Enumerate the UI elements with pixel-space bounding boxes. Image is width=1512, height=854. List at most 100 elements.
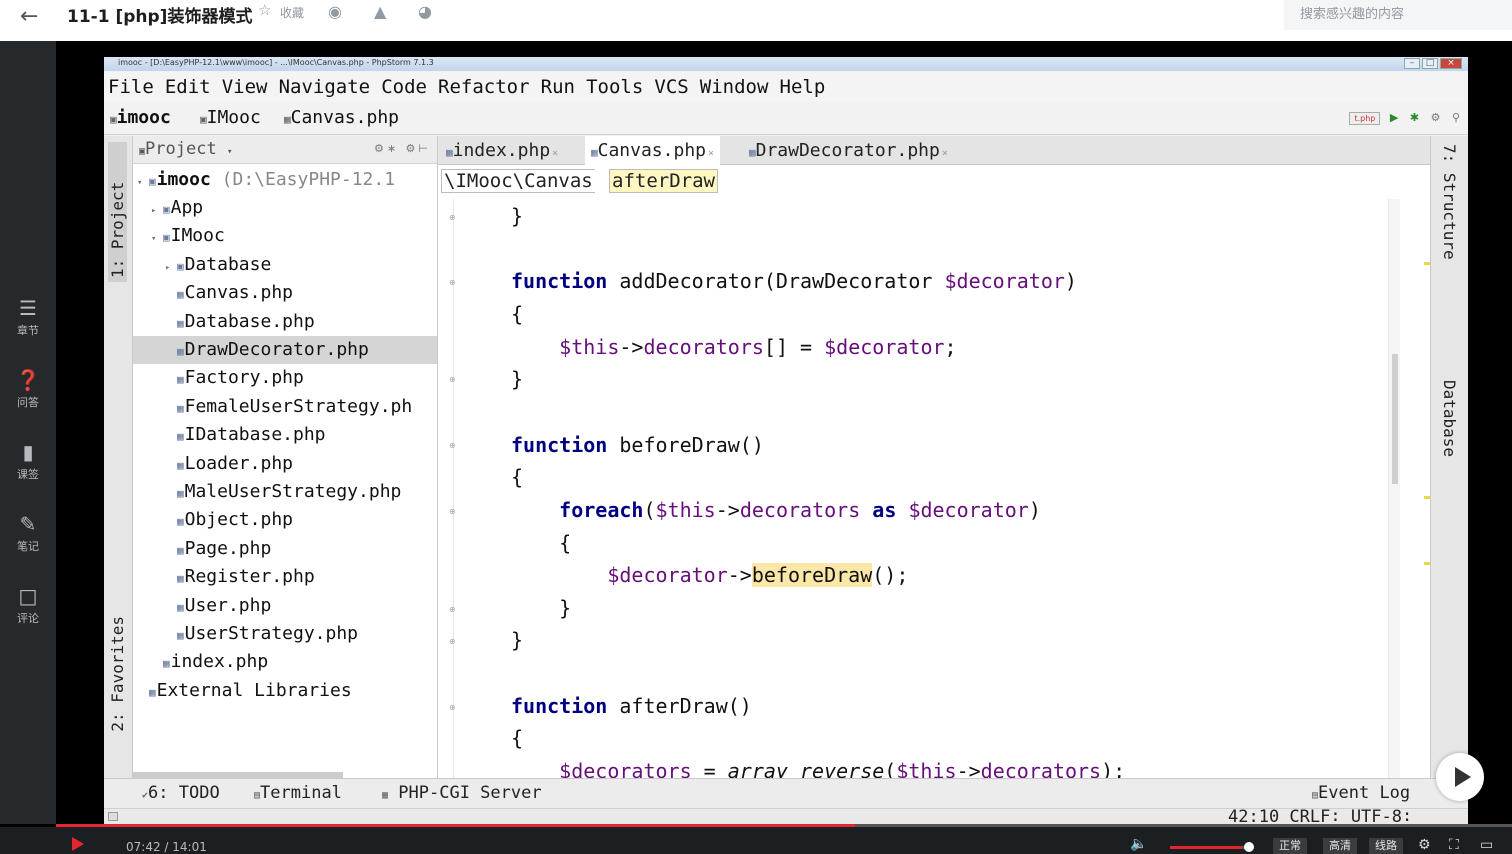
star-icon[interactable]: ☆ (258, 1, 271, 19)
menu-edit[interactable]: Edit (165, 72, 211, 102)
collapsed-arrow-icon[interactable]: ▸ (165, 254, 177, 282)
maximize-icon[interactable]: □ (1422, 58, 1438, 69)
run-icon[interactable]: ▶ (1390, 111, 1398, 124)
vertical-scrollbar[interactable] (1388, 199, 1400, 778)
menu-run[interactable]: Run (541, 72, 575, 102)
speed-button[interactable]: 正常 (1273, 838, 1307, 854)
tree-library[interactable]: ▦External Libraries (133, 677, 437, 705)
search-input[interactable]: 搜索感兴趣的内容 (1284, 0, 1512, 30)
code-line[interactable]: foreach($this->decorators as $decorator) (511, 497, 1041, 523)
php-cgi-server-tab[interactable]: ▦ PHP-CGI Server (382, 783, 542, 803)
line-button[interactable]: 线路 (1369, 838, 1403, 854)
code-line[interactable]: $this->decorators[] = $decorator; (511, 334, 956, 360)
tree-folder[interactable]: ▸ ▣Database (133, 251, 437, 282)
fold-marker-icon[interactable]: ⊕ (449, 507, 456, 516)
tree-folder[interactable]: ▸ ▣App (133, 194, 437, 225)
tree-file[interactable]: ▦Database.php (133, 308, 437, 336)
tree-file[interactable]: ▦Loader.php (133, 450, 437, 478)
tree-file[interactable]: ▦Canvas.php (133, 279, 437, 307)
tree-file[interactable]: ▦User.php (133, 592, 437, 620)
back-arrow-icon[interactable]: ← (20, 4, 38, 29)
tab-close-icon[interactable]: × (552, 148, 558, 159)
debug-icon[interactable]: ✱ (1410, 111, 1419, 124)
expanded-arrow-icon[interactable]: ▾ (151, 225, 163, 253)
code-line[interactable]: { (511, 464, 523, 490)
terminal-tool-tab[interactable]: ▤Terminal (254, 783, 342, 803)
play-icon[interactable] (72, 837, 84, 851)
menu-window[interactable]: Window (700, 72, 769, 102)
qq-icon[interactable]: ▲ (374, 2, 386, 21)
code-line[interactable]: function afterDraw() (511, 693, 752, 719)
code-line[interactable]: $decorators = array_reverse($this->decor… (511, 758, 1125, 778)
tree-root[interactable]: ▾ ▣imooc (D:\EasyPHP-12.1 (133, 166, 437, 194)
menu-refactor[interactable]: Refactor (438, 72, 530, 102)
cursor-encoding-status[interactable]: 42:10 CRLF∶ UTF-8∶ (1228, 807, 1412, 824)
code-line[interactable]: } (511, 595, 571, 621)
tree-file[interactable]: ▦Page.php (133, 535, 437, 563)
database-tool-tab[interactable]: Database (1440, 380, 1459, 457)
crumb-namespace[interactable]: \IMooc\Canvas (441, 169, 595, 193)
tree-file[interactable]: ▦UserStrategy.php (133, 620, 437, 648)
favorite-label[interactable]: 收藏 (280, 4, 304, 21)
tab-drawdecorator-php[interactable]: ▦DrawDecorator.php × (743, 136, 954, 165)
weibo-icon[interactable]: ◕ (418, 2, 432, 21)
settings-icon[interactable]: ⚙ (1431, 111, 1441, 124)
code-line[interactable]: } (511, 203, 523, 229)
volume-knob[interactable] (1244, 842, 1254, 852)
fold-marker-icon[interactable]: ⊕ (449, 213, 456, 222)
code-line[interactable]: function beforeDraw() (511, 432, 764, 458)
tab-close-icon[interactable]: × (942, 148, 948, 159)
search-icon[interactable]: ⚲ (1452, 111, 1460, 124)
menu-tools[interactable]: Tools (586, 72, 643, 102)
rail-bookmarks[interactable]: ▮ 课签 (0, 440, 56, 482)
fold-marker-icon[interactable]: ⊕ (449, 375, 456, 384)
breadcrumb-canvas[interactable]: ▦Canvas.php (284, 107, 399, 128)
tree-file[interactable]: ▦Register.php (133, 563, 437, 591)
menu-file[interactable]: File (108, 72, 154, 102)
mini-player-icon[interactable]: ▭ (1480, 837, 1493, 853)
settings-icon[interactable]: ⚙ (1418, 837, 1431, 853)
code-line[interactable]: { (511, 725, 523, 751)
tree-file[interactable]: ▦DrawDecorator.php (133, 336, 437, 364)
tree-file[interactable]: ▦FemaleUserStrategy.ph (133, 393, 437, 421)
project-tool-tab[interactable]: 1: Project (108, 142, 127, 282)
wechat-icon[interactable]: ◉ (328, 2, 342, 21)
rail-notes[interactable]: ✎ 笔记 (0, 512, 56, 554)
todo-tool-tab[interactable]: ✔6: TODO (142, 783, 220, 803)
tree-file[interactable]: ▦MaleUserStrategy.php (133, 478, 437, 506)
tree-file[interactable]: ▦IDatabase.php (133, 421, 437, 449)
crumb-method[interactable]: afterDraw (609, 169, 718, 193)
menu-help[interactable]: Help (780, 72, 826, 102)
quality-button[interactable]: 高清 (1323, 838, 1357, 854)
fold-marker-icon[interactable]: ⊕ (449, 605, 456, 614)
menu-vcs[interactable]: VCS (654, 72, 688, 102)
big-play-button[interactable] (1436, 753, 1484, 801)
menu-code[interactable]: Code (381, 72, 427, 102)
code-line[interactable]: } (511, 627, 523, 653)
fullscreen-icon[interactable]: ⛶ (1449, 837, 1459, 853)
tree-file[interactable]: ▦Factory.php (133, 364, 437, 392)
code-line[interactable]: { (511, 301, 523, 327)
status-toggle-icon[interactable] (108, 812, 118, 821)
tab-canvas-php[interactable]: ▦Canvas.php × (585, 136, 721, 165)
breadcrumb-imooc-ns[interactable]: ▣IMooc (200, 107, 261, 128)
tree-folder[interactable]: ▾ ▣IMooc (133, 222, 437, 253)
tab-index-php[interactable]: ▦index.php × (440, 136, 564, 165)
minimize-icon[interactable]: – (1404, 58, 1420, 69)
breadcrumb-imooc[interactable]: ▣imooc (110, 107, 171, 128)
code-editor[interactable]: ▦index.php × ▦Canvas.php × ▦DrawDecorator.… (438, 136, 1430, 778)
video-player[interactable]: imooc - [D:\EasyPHP-12.1\www\imooc] - ..… (56, 41, 1512, 824)
scrollbar-thumb[interactable] (1392, 354, 1398, 484)
collapsed-arrow-icon[interactable]: ▸ (151, 197, 163, 225)
volume-slider[interactable] (1170, 846, 1250, 849)
panel-tools-icon[interactable]: ⚙∗ ⚙⊢ (374, 142, 431, 155)
code-line[interactable]: function addDecorator(DrawDecorator $dec… (511, 268, 1077, 294)
menu-navigate[interactable]: Navigate (279, 72, 371, 102)
structure-tool-tab[interactable]: 7: Structure (1440, 144, 1459, 260)
tree-file[interactable]: ▦Object.php (133, 506, 437, 534)
volume-icon[interactable]: 🔈 (1130, 836, 1147, 852)
fold-marker-icon[interactable]: ⊕ (449, 637, 456, 646)
close-icon[interactable]: × (1440, 58, 1462, 69)
fold-marker-icon[interactable]: ⊕ (449, 278, 456, 287)
code-line[interactable]: { (511, 530, 571, 556)
